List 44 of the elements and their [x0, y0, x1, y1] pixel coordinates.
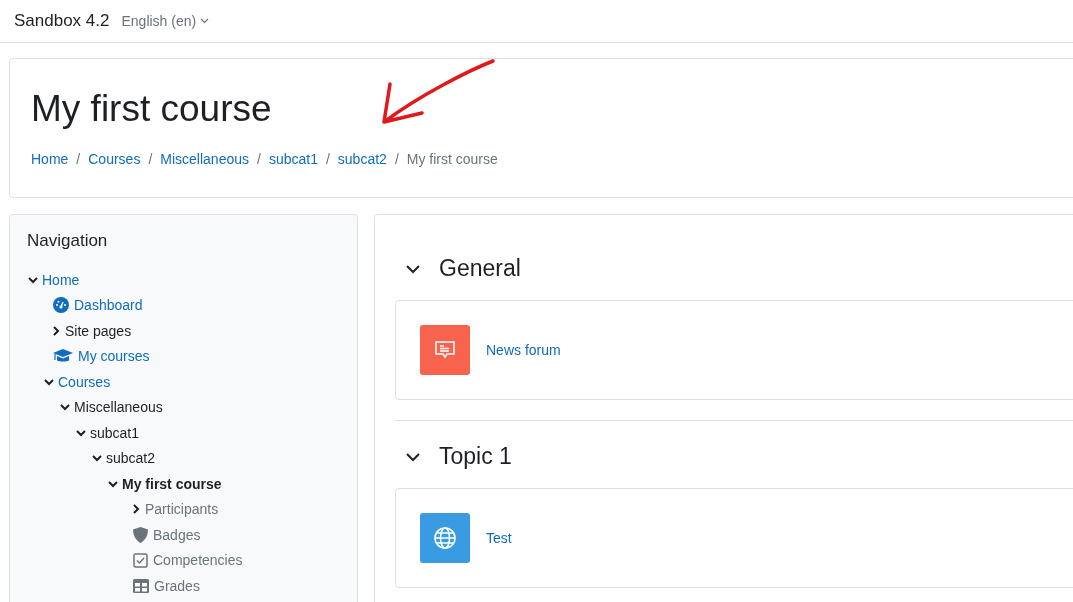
language-menu[interactable]: English (en) [121, 13, 210, 29]
dashboard-gauge-icon [53, 297, 69, 314]
nav-item[interactable]: subcat1 [90, 424, 140, 441]
shield-icon [133, 526, 148, 543]
activity-link[interactable]: News forum [486, 342, 561, 358]
chevron-down-icon[interactable] [405, 451, 421, 462]
breadcrumb-link[interactable]: Miscellaneous [160, 151, 249, 167]
nav-item[interactable]: subcat2 [106, 450, 156, 467]
nav-item[interactable]: Grades [154, 577, 200, 594]
breadcrumb-separator: / [394, 151, 399, 167]
site-name[interactable]: Sandbox 4.2 [14, 11, 110, 31]
breadcrumb-current: My first course [406, 151, 498, 167]
checkbox-icon [133, 552, 148, 568]
table-icon [133, 578, 149, 593]
breadcrumb-link[interactable]: subcat1 [268, 151, 318, 167]
breadcrumb-separator: / [257, 151, 261, 167]
breadcrumb-link[interactable]: subcat2 [337, 151, 387, 167]
nav-item[interactable]: Badges [153, 526, 201, 543]
nav-item[interactable]: My first course [122, 475, 222, 492]
nav-item[interactable]: Dashboard [74, 297, 143, 314]
nav-item[interactable]: Miscellaneous [74, 399, 163, 416]
chevron-right-icon[interactable] [130, 503, 142, 516]
graduation-cap-icon [53, 348, 73, 364]
chevron-right-icon[interactable] [50, 324, 62, 337]
chevron-down-icon[interactable] [405, 263, 421, 274]
section-title: General [439, 255, 521, 282]
nav-item[interactable]: Site pages [65, 322, 132, 339]
breadcrumb-separator: / [148, 151, 153, 167]
caret-down-icon [200, 18, 210, 24]
globe-icon [420, 513, 470, 563]
nav-item[interactable]: Participants [145, 501, 219, 518]
breadcrumb-link[interactable]: Home [31, 151, 69, 167]
nav-item[interactable]: Home [42, 271, 80, 288]
section-title: Topic 1 [439, 443, 512, 470]
nav-item[interactable]: Courses [58, 373, 111, 390]
forum-icon [420, 325, 470, 375]
breadcrumb-separator: / [325, 151, 330, 167]
activity-link[interactable]: Test [486, 530, 512, 546]
breadcrumb-separator: / [76, 151, 81, 167]
block-title: Navigation [27, 231, 108, 251]
page-title: My first course [31, 87, 272, 131]
nav-item[interactable]: My courses [78, 348, 150, 365]
breadcrumb-link[interactable]: Courses [88, 151, 141, 167]
nav-item[interactable]: Competencies [153, 552, 243, 569]
